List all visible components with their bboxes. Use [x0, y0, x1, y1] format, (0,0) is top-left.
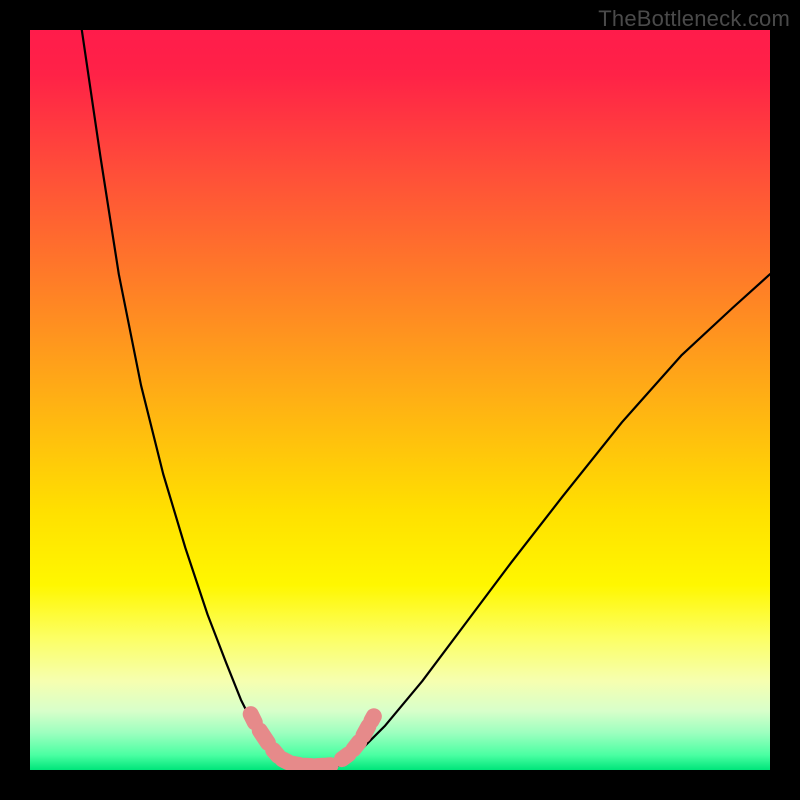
bottleneck-curve — [82, 30, 770, 769]
watermark-text: TheBottleneck.com — [598, 6, 790, 32]
marker-bead — [251, 714, 255, 722]
marker-bead — [260, 731, 268, 743]
marker-bead — [353, 742, 359, 749]
chart-frame: TheBottleneck.com — [0, 0, 800, 800]
marker-bead — [371, 716, 373, 720]
marker-bead — [342, 754, 349, 759]
chart-svg — [30, 30, 770, 770]
curve-group — [82, 30, 770, 769]
marker-group — [251, 714, 374, 766]
plot-area — [30, 30, 770, 770]
